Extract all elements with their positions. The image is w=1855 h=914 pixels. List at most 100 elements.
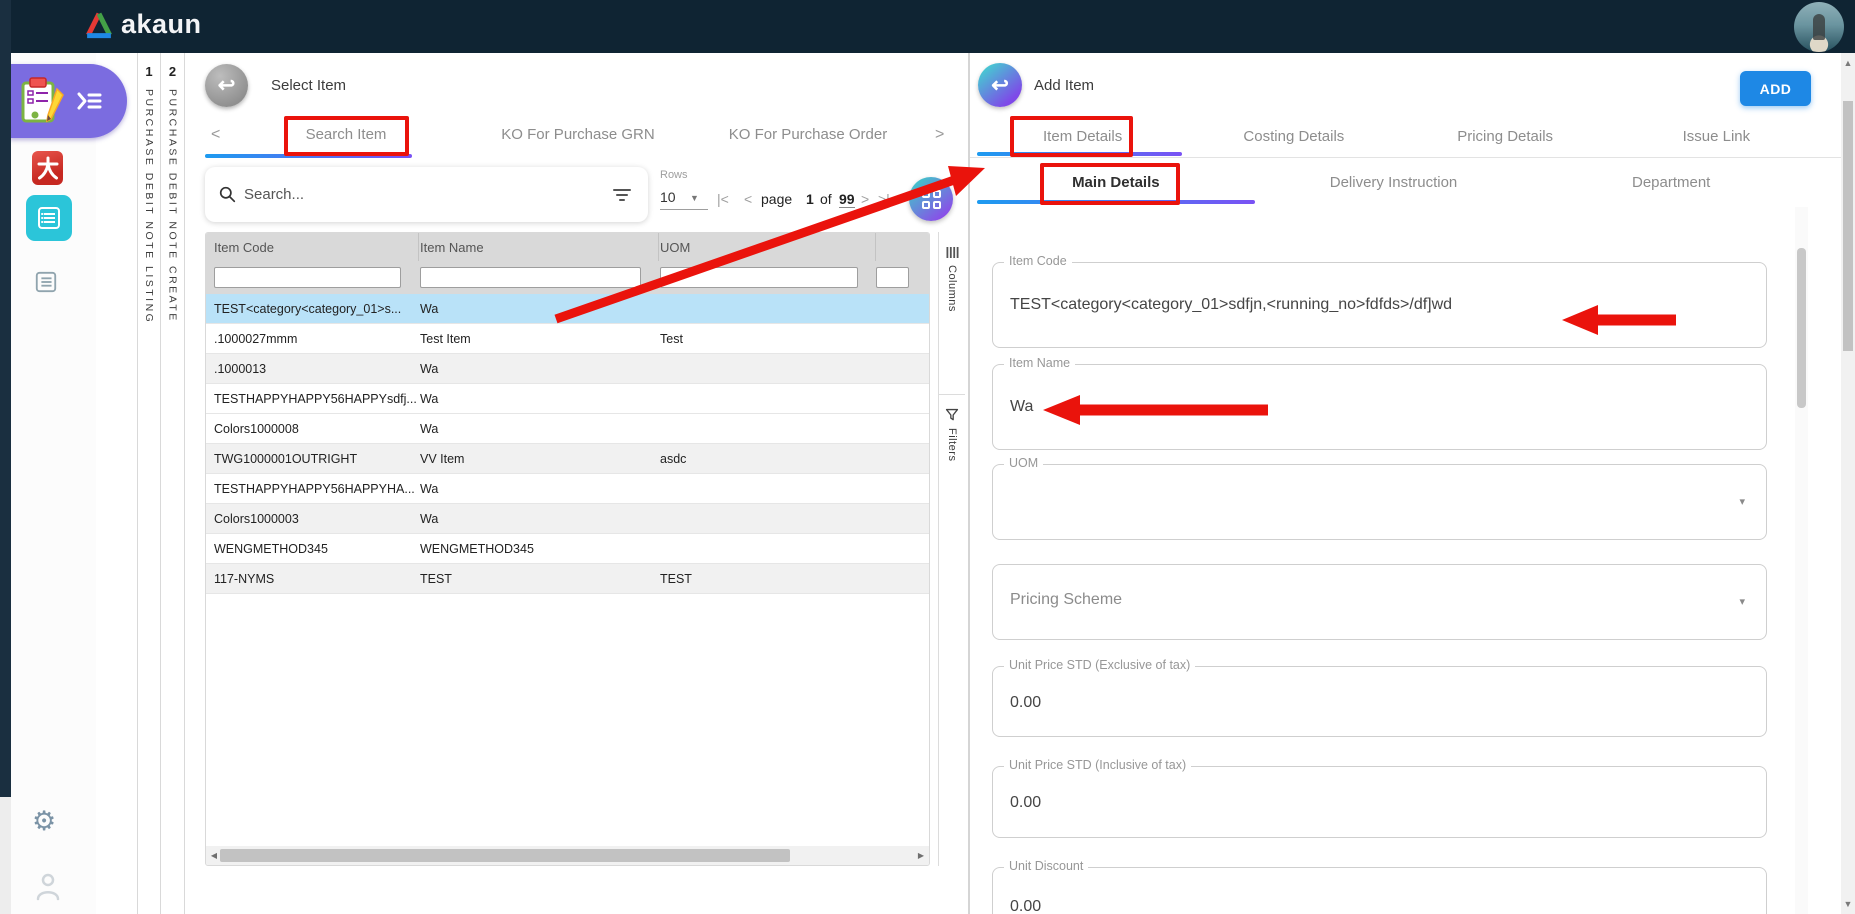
filter-sort-icon[interactable]: [612, 187, 632, 203]
app-icon-listing[interactable]: [26, 195, 72, 241]
cell-item-code: 117-NYMS: [206, 572, 419, 586]
tab-issue-link[interactable]: Issue Link: [1611, 116, 1822, 157]
column-header-uom[interactable]: UOM: [659, 233, 876, 261]
tab-ko-for-purchase-order[interactable]: KO For Purchase Order: [729, 126, 887, 143]
filter-funnel-icon: [945, 408, 959, 422]
form-scrollbar[interactable]: [1795, 207, 1808, 914]
filter-input-uom[interactable]: [660, 267, 858, 288]
rows-per-page-select[interactable]: 10: [660, 189, 708, 210]
search-bar: [205, 167, 648, 222]
field-unit-discount[interactable]: Unit Discount 0.00: [992, 867, 1767, 914]
scroll-up-icon[interactable]: ▲: [1841, 58, 1855, 68]
pagination-prev[interactable]: <: [744, 191, 752, 207]
scrollbar-thumb[interactable]: [1843, 101, 1853, 351]
table-row[interactable]: TESTHAPPYHAPPY56HAPPYHA... Wa: [206, 474, 929, 504]
scrollbar-thumb[interactable]: [220, 849, 790, 862]
page-scrollbar[interactable]: ▲ ▼: [1841, 53, 1855, 914]
tab-costing-details[interactable]: Costing Details: [1188, 116, 1399, 157]
cell-item-name: Wa: [419, 302, 659, 316]
table-row[interactable]: TESTHAPPYHAPPY56HAPPYsdfj... Wa: [206, 384, 929, 414]
grid-view-button[interactable]: [909, 177, 953, 221]
scroll-left-icon[interactable]: ◀: [207, 851, 221, 860]
tabs-scroll-left-icon[interactable]: <: [211, 126, 220, 144]
field-unit-price-std-inclusive[interactable]: Unit Price STD (Inclusive of tax) 0.00: [992, 766, 1767, 838]
tab-item-details[interactable]: Item Details: [977, 116, 1188, 157]
back-button[interactable]: ↩: [205, 64, 248, 107]
table-row[interactable]: Colors1000003 Wa: [206, 504, 929, 534]
user-avatar[interactable]: [1794, 2, 1844, 52]
table-horizontal-scrollbar[interactable]: ◀ ▶: [206, 846, 929, 865]
cell-item-name: Wa: [419, 392, 659, 406]
pagination-next[interactable]: >: [861, 191, 869, 207]
add-button[interactable]: ADD: [1740, 71, 1811, 106]
cell-item-code: TESTHAPPYHAPPY56HAPPYHA...: [206, 482, 419, 496]
table-row[interactable]: .1000027mmm Test Item Test: [206, 324, 929, 354]
search-input[interactable]: [244, 186, 612, 203]
field-label: Item Name: [1004, 356, 1075, 370]
table-row[interactable]: Colors1000008 Wa: [206, 414, 929, 444]
field-uom-select[interactable]: UOM ▾: [992, 464, 1767, 540]
field-item-code[interactable]: Item Code TEST<category<category_01>sdfj…: [992, 262, 1767, 348]
field-value: TEST<category<category_01>sdfjn,<running…: [1010, 296, 1452, 314]
subtab-delivery-instruction[interactable]: Delivery Instruction: [1255, 162, 1533, 205]
app-icon-listing-inactive[interactable]: [33, 270, 59, 294]
search-icon: [219, 186, 236, 203]
active-app-pill[interactable]: [9, 64, 127, 138]
settings-gear-icon[interactable]: ⚙: [32, 808, 56, 835]
panel-title: Select Item: [271, 77, 346, 94]
module-tab-purchase-debit-note-listing[interactable]: 1 PURCHASE DEBIT NOTE LISTING: [137, 53, 160, 914]
field-pricing-scheme-select[interactable]: Pricing Scheme ▾: [992, 564, 1767, 640]
app-icon-da[interactable]: [32, 151, 63, 185]
column-header-item-name[interactable]: Item Name: [419, 233, 659, 261]
column-header-item-code[interactable]: Item Code: [206, 233, 419, 261]
table-row[interactable]: TEST<category<category_01>s... Wa: [206, 294, 929, 324]
cell-item-name: Wa: [419, 482, 659, 496]
filter-input-item-name[interactable]: [420, 267, 641, 288]
pagination-first[interactable]: |<: [717, 191, 729, 207]
columns-icon: [946, 246, 959, 259]
list-table-outline-icon: [34, 270, 58, 294]
filter-input-extra[interactable]: [876, 267, 909, 288]
dropdown-chevron-icon[interactable]: ▾: [1739, 495, 1745, 508]
table-row[interactable]: TWG1000001OUTRIGHT VV Item asdc: [206, 444, 929, 474]
filter-input-item-code[interactable]: [214, 267, 401, 288]
field-value: Wa: [1010, 398, 1033, 416]
scroll-down-icon[interactable]: ▼: [1841, 899, 1855, 909]
module-tab-purchase-debit-note-create[interactable]: 2 PURCHASE DEBIT NOTE CREATE: [160, 53, 185, 914]
profile-person-icon[interactable]: [34, 871, 62, 906]
tabs-scroll-right-icon[interactable]: >: [935, 126, 944, 144]
columns-tool-button[interactable]: Columns: [939, 246, 965, 312]
table-row[interactable]: .1000013 Wa: [206, 354, 929, 384]
back-button-add-item[interactable]: ↩: [978, 63, 1022, 107]
subtab-main-details[interactable]: Main Details: [977, 162, 1255, 205]
field-label: UOM: [1004, 456, 1043, 470]
field-placeholder: Pricing Scheme: [1010, 591, 1122, 609]
tab-ko-for-purchase-grn[interactable]: KO For Purchase GRN: [501, 126, 654, 143]
rows-label: Rows: [660, 169, 688, 181]
table-row[interactable]: 117-NYMS TEST TEST: [206, 564, 929, 594]
pagination-last[interactable]: >|: [878, 191, 890, 207]
cell-item-code: .1000013: [206, 362, 419, 376]
filters-tool-button[interactable]: Filters: [939, 408, 965, 461]
field-label: Unit Discount: [1004, 859, 1088, 873]
table-row[interactable]: WENGMETHOD345 WENGMETHOD345: [206, 534, 929, 564]
cell-item-name: Test Item: [419, 332, 659, 346]
dropdown-chevron-icon[interactable]: ▾: [1739, 595, 1745, 608]
cell-uom: Test: [659, 332, 876, 346]
scrollbar-thumb[interactable]: [1797, 248, 1806, 408]
table-side-toolbar: Columns Filters: [938, 232, 965, 866]
select-item-panel: ↩ Select Item < Search Item KO For Purch…: [193, 53, 967, 914]
cell-item-code: Colors1000003: [206, 512, 419, 526]
cell-item-name: Wa: [419, 512, 659, 526]
rows-dropdown-icon[interactable]: ▼: [690, 193, 699, 203]
tab-search-item[interactable]: Search Item: [306, 126, 387, 143]
tab-pricing-details[interactable]: Pricing Details: [1400, 116, 1611, 157]
cell-uom: TEST: [659, 572, 876, 586]
subtab-department[interactable]: Department: [1532, 162, 1810, 205]
field-unit-price-std-exclusive[interactable]: Unit Price STD (Exclusive of tax) 0.00: [992, 666, 1767, 737]
collapse-menu-icon: [76, 90, 102, 112]
scroll-right-icon[interactable]: ▶: [914, 851, 928, 860]
field-item-name[interactable]: Item Name Wa: [992, 364, 1767, 450]
pagination-current-page[interactable]: 1: [806, 191, 814, 207]
pagination-of-word: of: [820, 191, 832, 207]
